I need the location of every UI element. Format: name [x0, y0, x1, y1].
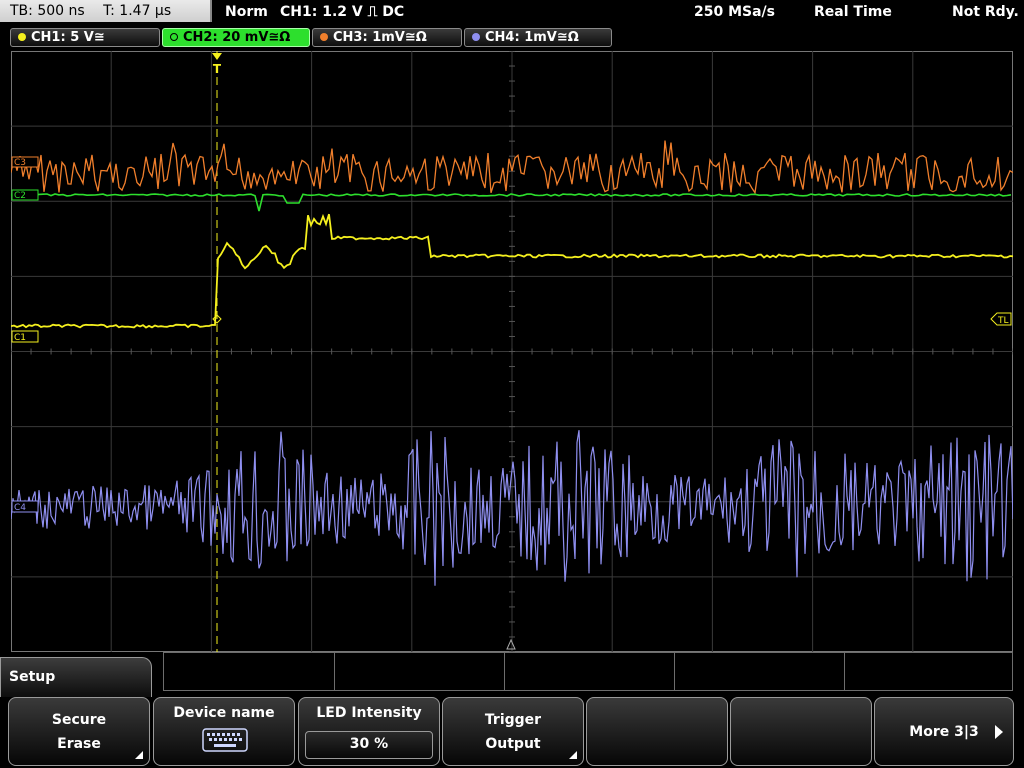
led-intensity-label: LED Intensity: [316, 705, 422, 721]
trigger-marker-label: T: [213, 62, 222, 76]
channel-3-label: CH3: 1mV≅Ω: [333, 30, 427, 45]
ch2-level-marker[interactable]: C2: [11, 189, 39, 201]
trigger-level-label: TL: [997, 316, 1009, 326]
ch2-dot-icon: [170, 33, 178, 41]
timebase-value: TB: 500 ns: [10, 3, 85, 19]
device-name-label: Device name: [173, 705, 275, 721]
channel-4-button[interactable]: CH4: 1mV≅Ω: [464, 28, 612, 47]
ch3-level-marker[interactable]: C3: [11, 156, 39, 168]
keyboard-icon: [202, 728, 248, 752]
sample-rate: 250 MSa/s: [694, 4, 776, 20]
led-intensity-button[interactable]: LED Intensity 30 %: [298, 697, 440, 766]
secure-erase-button[interactable]: Secure Erase: [8, 697, 150, 766]
status-bar: TB: 500 ns T: 1.47 µs Norm CH1: 1.2 V ⎍ …: [0, 0, 1024, 24]
ch3-dot-icon: [320, 33, 328, 41]
acquisition-mode: Real Time: [814, 4, 892, 20]
trigger-info[interactable]: CH1: 1.2 V ⎍ DC: [280, 0, 404, 24]
waveform-display[interactable]: T C3 C2 C1 C4 TL: [11, 51, 1013, 652]
timebase-box[interactable]: TB: 500 ns T: 1.47 µs: [0, 0, 212, 22]
empty-softkey-6[interactable]: [730, 697, 872, 766]
ch1-dot-icon: [18, 33, 26, 41]
ch3-marker-label: C3: [14, 158, 26, 168]
ch4-dot-icon: [472, 33, 480, 41]
channel-2-label: CH2: 20 mV≅Ω: [183, 30, 291, 45]
ch1-marker-label: C1: [14, 333, 26, 343]
channel-4-label: CH4: 1mV≅Ω: [485, 30, 579, 45]
trigger-output-label-2: Output: [485, 736, 541, 752]
led-intensity-value[interactable]: 30 %: [305, 731, 433, 759]
menu-title: Setup: [9, 669, 56, 685]
channel-1-label: CH1: 5 V≅: [31, 30, 105, 45]
ch4-level-marker[interactable]: C4: [11, 500, 39, 513]
secure-erase-label-1: Secure: [51, 712, 107, 728]
empty-softkey-5[interactable]: [586, 697, 728, 766]
menu-title-tab: Setup: [0, 657, 152, 697]
acquisition-state: Not Rdy.: [952, 4, 1019, 20]
device-name-button[interactable]: Device name: [153, 697, 295, 766]
ch1-level-marker[interactable]: C1: [11, 330, 39, 343]
more-label: More 3|3: [909, 724, 979, 740]
trigger-mode[interactable]: Norm: [225, 0, 268, 24]
secure-erase-label-2: Erase: [57, 736, 101, 752]
trigger-output-label-1: Trigger: [484, 712, 542, 728]
next-page-arrow-icon: [995, 725, 1003, 739]
trigger-time-value: T: 1.47 µs: [103, 3, 172, 19]
channel-2-button[interactable]: CH2: 20 mV≅Ω: [162, 28, 310, 47]
submenu-corner-icon: [135, 751, 143, 759]
submenu-corner-icon: [569, 751, 577, 759]
info-strip: [163, 652, 1013, 691]
channel-1-button[interactable]: CH1: 5 V≅: [10, 28, 160, 47]
trigger-output-button[interactable]: Trigger Output: [442, 697, 584, 766]
more-button[interactable]: More 3|3: [874, 697, 1014, 766]
ch2-marker-label: C2: [14, 191, 26, 201]
ch4-marker-label: C4: [14, 503, 26, 513]
menu-scroll-area: [1014, 697, 1024, 768]
channel-bar: CH1: 5 V≅ CH2: 20 mV≅Ω CH3: 1mV≅Ω CH4: 1…: [0, 26, 1024, 50]
channel-3-button[interactable]: CH3: 1mV≅Ω: [312, 28, 462, 47]
